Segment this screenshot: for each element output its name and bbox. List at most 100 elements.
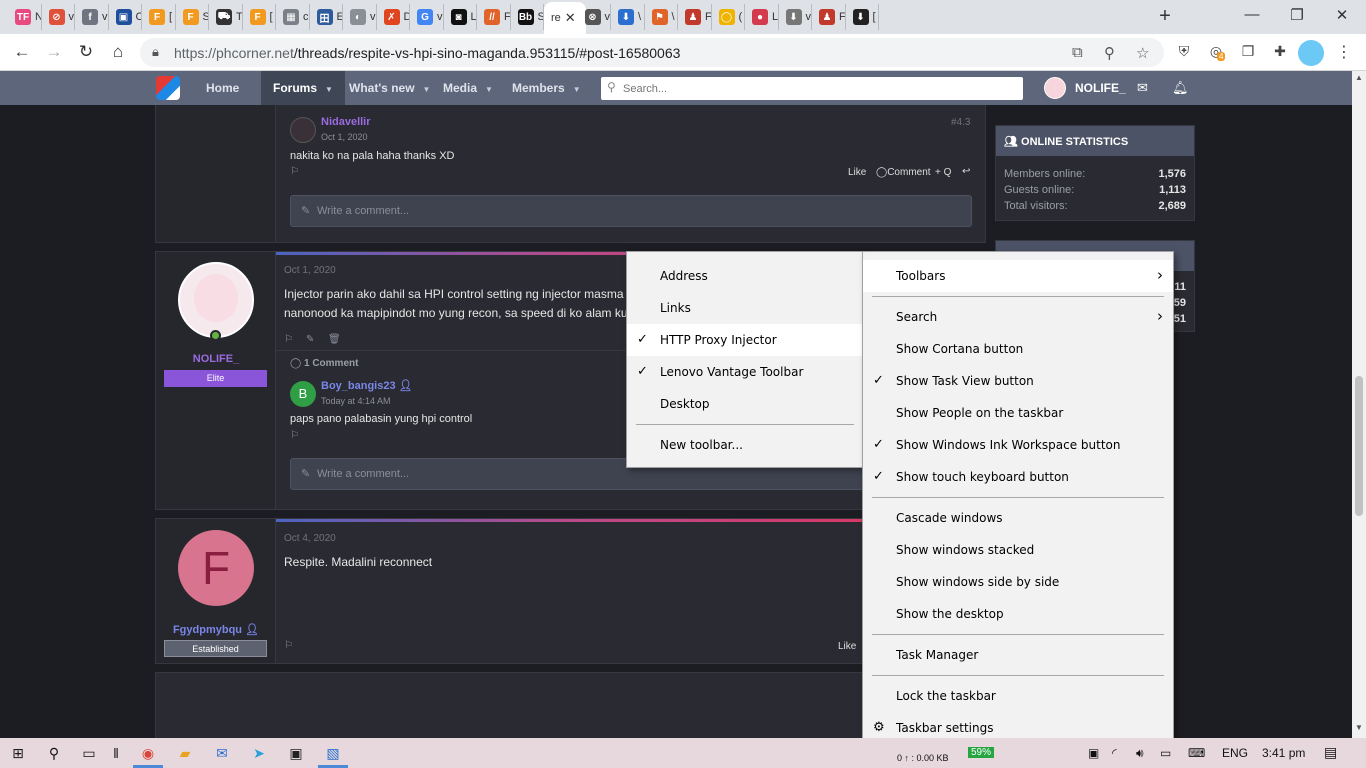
scroll-down-icon[interactable]: ▼ (1355, 723, 1363, 732)
menu-item-toolbars[interactable]: Toolbars › (863, 260, 1173, 292)
puzzle-extensions-icon[interactable]: ✚ (1270, 43, 1290, 63)
task-view-icon[interactable]: ▭ (80, 744, 98, 762)
browser-tab[interactable]: //F (477, 4, 511, 30)
home-icon[interactable]: ⌂ (106, 41, 130, 65)
back-icon[interactable]: ← (10, 41, 34, 65)
browser-tab[interactable]: ▦ c (276, 4, 310, 30)
menu-item-ink-workspace[interactable]: ✓ Show Windows Ink Workspace button (863, 429, 1173, 461)
browser-tab[interactable]: TFN (8, 4, 42, 30)
ink-workspace-icon[interactable]: ‖ (107, 744, 125, 762)
flag-icon[interactable]: ⚐ (290, 166, 299, 177)
nav-members[interactable]: Members ▼ (512, 81, 581, 95)
tray-icon[interactable]: ▣ (1088, 746, 1099, 760)
menu-item-cascade[interactable]: Cascade windows (863, 502, 1173, 534)
extension-icon[interactable]: ◎ 4 (1206, 43, 1226, 63)
forward-icon[interactable]: → (42, 41, 66, 65)
nav-forums[interactable]: Forums ▼ (261, 71, 345, 105)
comment-username[interactable]: Nidavellir (321, 116, 371, 128)
menu-item-side-by-side[interactable]: Show windows side by side (863, 566, 1173, 598)
quote-button[interactable]: + Q (935, 167, 951, 178)
url-text[interactable]: https://phcorner.net/threads/respite-vs-… (174, 45, 680, 61)
browser-tab[interactable]: ♟ F (678, 4, 712, 30)
volume-icon[interactable]: 🔊︎ (1136, 746, 1144, 761)
zoom-icon[interactable]: ⚲ (1104, 44, 1115, 62)
like-button[interactable]: Like (848, 167, 866, 178)
browser-tab[interactable]: ◙ L (444, 4, 477, 30)
menu-item-people[interactable]: Show People on the taskbar (863, 397, 1173, 429)
photos-icon[interactable]: ▧ (324, 744, 342, 762)
bell-icon[interactable]: 🔔︎ (1172, 80, 1189, 96)
comment-button[interactable]: ◯Comment (876, 167, 931, 178)
post-date[interactable]: Oct 4, 2020 (284, 533, 336, 544)
edit-icon[interactable]: ✎ (306, 334, 314, 345)
browser-tab[interactable]: 田E (310, 4, 343, 30)
browser-tab[interactable]: F[ (142, 4, 176, 30)
battery-meter[interactable]: 59% (968, 747, 995, 758)
battery-icon[interactable]: ▭ (1160, 746, 1171, 760)
browser-tab[interactable]: ⬇[ (846, 4, 879, 30)
site-logo[interactable] (156, 76, 180, 100)
search-icon[interactable]: ⚲ (45, 744, 63, 762)
menu-item-lenovo-vantage-toolbar[interactable]: ✓ Lenovo Vantage Toolbar (627, 356, 863, 388)
browser-tab[interactable]: F[ (243, 4, 276, 30)
browser-tab[interactable]: ▣C (109, 4, 142, 30)
nav-username[interactable]: NOLIFE_ (1075, 81, 1126, 95)
post-username[interactable]: Fgydpmybqu 👤︎ (156, 623, 276, 636)
user-avatar[interactable] (1044, 77, 1066, 99)
minimize-button[interactable]: — (1237, 6, 1267, 23)
comment-avatar[interactable]: B (290, 381, 316, 407)
delete-icon[interactable]: 🗑︎ (328, 334, 341, 345)
menu-item-stacked[interactable]: Show windows stacked (863, 534, 1173, 566)
forum-search[interactable]: ⚲ (601, 77, 1023, 100)
profile-avatar[interactable] (1298, 40, 1324, 66)
open-in-app-icon[interactable]: ⧉ (1072, 44, 1083, 61)
flag-icon[interactable]: ⚐ (290, 430, 299, 441)
nav-home[interactable]: Home (206, 81, 239, 95)
browser-tab[interactable]: ♟ F (812, 4, 846, 30)
language-indicator[interactable]: ENG (1222, 746, 1248, 760)
flag-icon[interactable]: ⚐ (284, 640, 293, 651)
maximize-button[interactable]: ❐ (1282, 6, 1312, 24)
shield-extension-icon[interactable]: ⛨ (1174, 43, 1194, 63)
browser-tab[interactable]: ⚑ \ (645, 4, 678, 30)
menu-item-show-desktop[interactable]: Show the desktop (863, 598, 1173, 630)
menu-item-search[interactable]: Search › (863, 301, 1173, 333)
terminal-icon[interactable]: ▣ (287, 744, 305, 762)
menu-item-task-manager[interactable]: Task Manager (863, 639, 1173, 671)
close-tab-icon[interactable]: ✕ (565, 10, 576, 26)
bookmark-star-icon[interactable]: ☆ (1136, 44, 1149, 62)
page-scrollbar[interactable]: ▲ ▼ (1352, 71, 1366, 738)
menu-item-cortana[interactable]: Show Cortana button (863, 333, 1173, 365)
comment-username[interactable]: Boy_bangis23 👤︎ (321, 379, 413, 392)
close-window-button[interactable]: ✕ (1327, 6, 1357, 24)
tab-search-icon[interactable]: ❐ (1238, 43, 1258, 63)
telegram-icon[interactable]: ➤ (250, 744, 268, 762)
browser-tab[interactable]: ⊗ v (578, 4, 611, 30)
notifications-icon[interactable]: ▤ (1324, 744, 1337, 761)
reply-icon[interactable]: ↩ (962, 166, 970, 177)
menu-item-address[interactable]: Address (627, 260, 863, 292)
file-explorer-icon[interactable]: ▰ (176, 744, 194, 762)
chrome-icon[interactable]: ◉ (139, 744, 157, 762)
nav-media[interactable]: Media ▼ (443, 81, 493, 95)
browser-tab[interactable]: ● L (745, 4, 779, 30)
scroll-up-icon[interactable]: ▲ (1355, 73, 1363, 82)
wifi-icon[interactable]: ◜ (1112, 746, 1117, 760)
browser-tab[interactable]: ✗D (377, 4, 410, 30)
menu-item-links[interactable]: Links (627, 292, 863, 324)
menu-kebab-icon[interactable]: ⋮ (1336, 42, 1352, 62)
browser-tab[interactable]: BbS (511, 4, 544, 30)
browser-tab[interactable]: Gv (410, 4, 444, 30)
browser-tab[interactable]: ⊘ v (42, 4, 75, 30)
write-comment-input[interactable]: ✎ Write a comment... (290, 195, 972, 227)
post-number[interactable]: #4.3 (951, 117, 970, 128)
browser-tab[interactable]: ◯( (712, 4, 745, 30)
touch-keyboard-icon[interactable]: ⌨ (1188, 746, 1205, 760)
clock[interactable]: 3:41 pm (1262, 746, 1305, 760)
search-input[interactable] (623, 80, 1013, 97)
scrollbar-thumb[interactable] (1355, 376, 1363, 516)
comment-time[interactable]: Today at 4:14 AM (321, 396, 391, 406)
flag-icon[interactable]: ⚐ (284, 334, 293, 345)
address-bar[interactable]: 🔒︎ https://phcorner.net/threads/respite-… (140, 38, 1164, 67)
browser-tab[interactable]: ◐ v (343, 4, 377, 30)
